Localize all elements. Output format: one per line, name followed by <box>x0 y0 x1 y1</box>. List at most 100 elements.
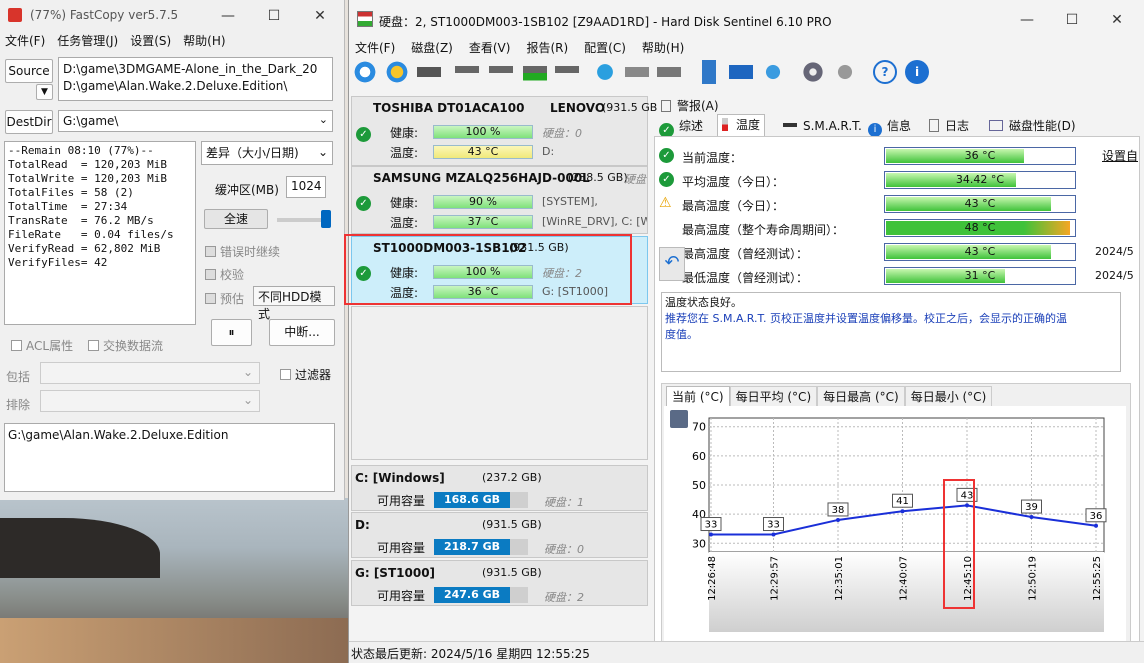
verify-option[interactable]: 校验 <box>205 266 244 283</box>
exclude-input[interactable]: ⌄ <box>40 390 260 412</box>
disk-list-empty-area <box>351 306 648 460</box>
network-icon[interactable] <box>761 60 785 84</box>
volume-item-g[interactable]: G: [ST1000] (931.5 GB) 可用容量 247.6 GB 硬盘：… <box>351 560 648 606</box>
filter-option[interactable]: 过滤器 <box>280 366 331 383</box>
chart-icon <box>989 120 1003 131</box>
fullspeed-button[interactable]: 全速 <box>204 209 268 229</box>
alt-stream-option[interactable]: 交换数据流 <box>88 337 163 354</box>
status-message-line1: 温度状态良好。 <box>665 296 742 309</box>
data-point <box>1094 523 1098 528</box>
menu-help[interactable]: 帮助(H) <box>183 32 225 49</box>
hdd-mode-select[interactable]: 不同HDD模式 <box>253 286 335 321</box>
maximize-icon[interactable]: ☐ <box>1049 8 1095 32</box>
temp-bar: 37 °C <box>433 215 533 229</box>
tab-summary[interactable]: ✓ 综述 <box>655 116 707 138</box>
menu-settings[interactable]: 设置(S) <box>130 32 171 49</box>
continue-on-error-option[interactable]: 错误时继续 <box>205 243 280 260</box>
chart-tab-daily-avg[interactable]: 每日平均 (°C) <box>729 386 818 407</box>
disk-name: SAMSUNG MZALQ256HAJD-000L <box>373 171 590 185</box>
settings-link[interactable]: 设置自 <box>1102 147 1138 164</box>
tab-temperature[interactable]: 温度 <box>717 114 766 136</box>
disk-index: 硬盘：0 <box>542 127 582 140</box>
chart-tab-daily-min[interactable]: 每日最小 (°C) <box>904 386 993 407</box>
copy-mode-select[interactable]: 差异（大小/日期) ⌄ <box>201 141 333 165</box>
disk-list-icon[interactable] <box>417 60 441 84</box>
include-input[interactable]: ⌄ <box>40 362 260 384</box>
menu-file[interactable]: 文件(F) <box>5 32 45 49</box>
partition-list: [SYSTEM], <box>542 195 598 208</box>
reset-icon[interactable]: ↶ <box>659 247 685 281</box>
gear-icon[interactable] <box>801 60 825 84</box>
menu-job[interactable]: 任务管理(J) <box>57 32 118 49</box>
menu-report[interactable]: 报告(R) <box>526 39 568 56</box>
pause-button[interactable]: ⏸ <box>211 319 252 346</box>
hds-app-icon <box>357 11 373 27</box>
disk-item-samsung[interactable]: SAMSUNG MZALQ256HAJD-000L (238.5 GB) 硬盘 … <box>351 166 648 234</box>
refresh-all-icon[interactable] <box>385 60 409 84</box>
tab-smart[interactable]: S.M.A.R.T. <box>779 116 866 136</box>
source-dropdown-icon[interactable]: ▼ <box>36 84 53 100</box>
checkbox-icon <box>205 246 216 257</box>
close-icon[interactable]: ✕ <box>1094 8 1140 32</box>
menu-help[interactable]: 帮助(H) <box>642 39 684 56</box>
disk-surface-icon[interactable] <box>489 60 513 84</box>
data-label: 36 <box>1090 511 1103 522</box>
destdir-button[interactable]: DestDir <box>5 110 53 134</box>
disk-name: TOSHIBA DT01ACA100 <box>373 101 525 115</box>
minimize-icon[interactable]: — <box>205 4 251 28</box>
backup-icon[interactable] <box>625 60 649 84</box>
chart-tabs: 当前 (°C) 每日平均 (°C) 每日最高 (°C) 每日最小 (°C) <box>666 386 993 407</box>
tab-log[interactable]: 日志 <box>925 116 973 136</box>
maximize-icon[interactable]: ☐ <box>251 4 297 28</box>
disk-index: 硬盘：1 <box>544 496 584 509</box>
temp-label: 最高温度（整个寿命周期间）： <box>682 223 845 237</box>
buffer-input[interactable]: 1024 <box>286 176 326 198</box>
data-label: 38 <box>832 505 845 516</box>
disk-search-icon[interactable] <box>555 60 579 84</box>
data-point <box>1029 515 1034 520</box>
menu-file[interactable]: 文件(F) <box>355 39 395 56</box>
disk-item-st1000[interactable]: ST1000DM003-1SB102 (931.5 GB) ✓ 健康: 100 … <box>351 236 648 304</box>
chevron-down-icon[interactable]: ⌄ <box>319 111 328 128</box>
sound-icon[interactable] <box>833 60 857 84</box>
disk-test-icon[interactable] <box>455 60 479 84</box>
close-icon[interactable]: ✕ <box>297 4 343 28</box>
data-point <box>836 517 840 522</box>
stop-button[interactable]: 中断... <box>269 319 335 346</box>
menu-view[interactable]: 查看(V) <box>469 39 511 56</box>
volume-name: C: [Windows] <box>355 471 445 485</box>
acl-option[interactable]: ACL属性 <box>11 337 73 354</box>
globe-icon[interactable] <box>593 60 617 84</box>
disk-config-icon[interactable] <box>657 60 681 84</box>
temp-label: 最低温度（曾经测试）： <box>682 271 809 285</box>
x-tick-label: 12:45:10 <box>963 556 974 601</box>
speed-slider-thumb[interactable] <box>321 210 331 228</box>
check-icon: ✓ <box>659 172 674 187</box>
temperature-panel: ✓ 当前温度： 36 °C ✓ 平均温度（今日）： 34.42 °C ⚠ 最高温度（今日）： 4… <box>654 136 1140 652</box>
tab-info[interactable]: i 信息 <box>864 116 915 137</box>
menu-disk[interactable]: 磁盘(Z) <box>411 39 453 56</box>
info-icon[interactable]: i <box>905 60 929 84</box>
tab-performance[interactable]: 磁盘性能(D) <box>985 116 1080 136</box>
help-icon[interactable]: ? <box>873 60 897 84</box>
destdir-input[interactable]: G:\game\ ⌄ <box>58 110 333 132</box>
estimate-option[interactable]: 预估 <box>205 290 244 307</box>
menu-config[interactable]: 配置(C) <box>584 39 626 56</box>
disk-ok-icon[interactable] <box>523 60 547 84</box>
source-button[interactable]: Source <box>5 59 53 83</box>
volume-item-c[interactable]: C: [Windows] (237.2 GB) 可用容量 168.6 GB 硬盘… <box>351 465 648 511</box>
fastcopy-window: (77%) FastCopy ver5.7.5 — ☐ ✕ 文件(F) 任务管理… <box>0 0 345 500</box>
tab-alerts[interactable]: 警报(A) <box>657 96 723 116</box>
report-icon[interactable] <box>697 60 721 84</box>
chart-canvas: 30 40 50 60 70 12:26:48 12:29:57 12:35:01 12:40:… <box>664 406 1126 644</box>
mail-icon[interactable] <box>729 60 753 84</box>
hds-title: 硬盘：2, ST1000DM003-1SB102 [Z9AAD1RD] - Ha… <box>379 15 832 29</box>
source-paths-field[interactable]: D:\game\3DMGAME-Alone_in_the_Dark_20 D:\… <box>58 57 333 101</box>
chart-tab-daily-max[interactable]: 每日最高 (°C) <box>817 386 905 407</box>
volume-item-d[interactable]: D: (931.5 GB) 可用容量 218.7 GB 硬盘：0 <box>351 512 648 558</box>
temp-label: 温度: <box>390 216 419 230</box>
refresh-icon[interactable] <box>353 60 377 84</box>
disk-item-toshiba[interactable]: TOSHIBA DT01ACA100 LENOVO (931.5 GB ✓ 健康… <box>351 96 657 166</box>
chart-tab-current[interactable]: 当前 (°C) <box>666 386 730 407</box>
minimize-icon[interactable]: — <box>1004 8 1050 32</box>
